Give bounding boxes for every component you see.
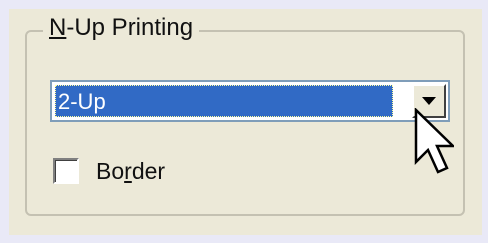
group-title-mnemonic: N (49, 14, 67, 41)
selected-value: 2-Up (55, 85, 393, 117)
border-label-mnemonic: r (124, 158, 132, 184)
border-label-rest: der (131, 158, 166, 184)
group-title-rest: -Up Printing (66, 14, 194, 41)
border-label-prefix: Bo (96, 158, 125, 184)
border-checkbox-label[interactable]: Border (96, 156, 165, 186)
chevron-down-icon (422, 97, 436, 105)
arrow-cursor-icon (414, 108, 454, 174)
n-up-select[interactable]: 2-Up (50, 80, 450, 122)
n-up-printing-group: N-Up Printing (25, 13, 465, 216)
group-title: N-Up Printing (43, 13, 200, 43)
border-checkbox[interactable] (53, 158, 79, 184)
